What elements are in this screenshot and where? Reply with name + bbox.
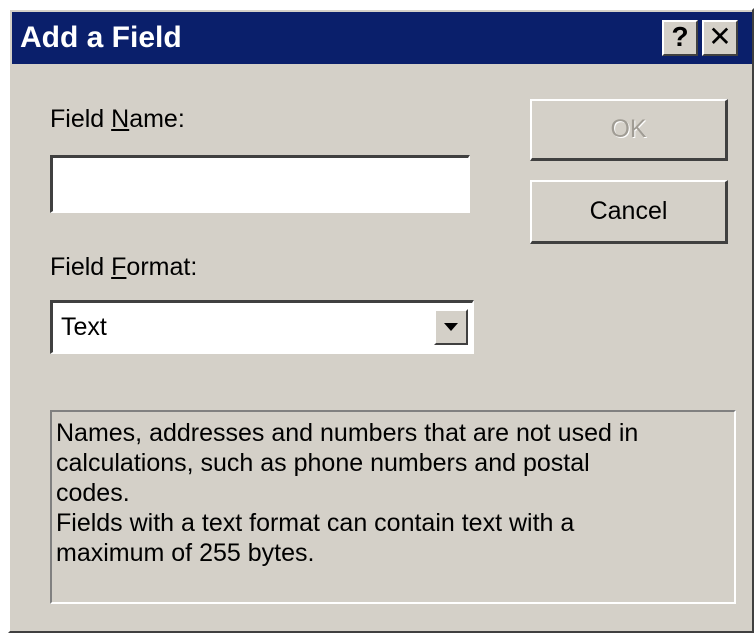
cancel-button[interactable]: Cancel — [530, 180, 728, 244]
dialog-title: Add a Field — [20, 21, 182, 54]
description-line: Fields with a text format can contain te… — [56, 509, 575, 537]
field-format-select[interactable]: Text — [50, 300, 474, 354]
help-button[interactable]: ? — [662, 20, 698, 56]
description-line: maximum of 255 bytes. — [56, 539, 315, 567]
field-name-label: Field Name: — [50, 105, 185, 133]
description-line: codes. — [56, 479, 130, 507]
field-name-input[interactable] — [50, 155, 470, 213]
chevron-down-icon — [444, 323, 458, 331]
title-bar[interactable]: Add a Field ? ✕ — [12, 12, 752, 64]
description-line: calculations, such as phone numbers and … — [56, 449, 590, 477]
help-icon: ? — [671, 21, 689, 52]
add-field-dialog: Add a Field ? ✕ Field Name: Field Format… — [8, 8, 754, 633]
field-format-selected-value: Text — [61, 313, 107, 341]
ok-button[interactable]: OK — [530, 99, 728, 161]
format-description: Names, addresses and numbers that are no… — [50, 410, 736, 604]
description-line: Names, addresses and numbers that are no… — [56, 419, 639, 447]
field-format-label: Field Format: — [50, 253, 198, 281]
close-button[interactable]: ✕ — [702, 20, 738, 56]
dropdown-button[interactable] — [434, 309, 468, 345]
close-icon: ✕ — [708, 21, 732, 52]
